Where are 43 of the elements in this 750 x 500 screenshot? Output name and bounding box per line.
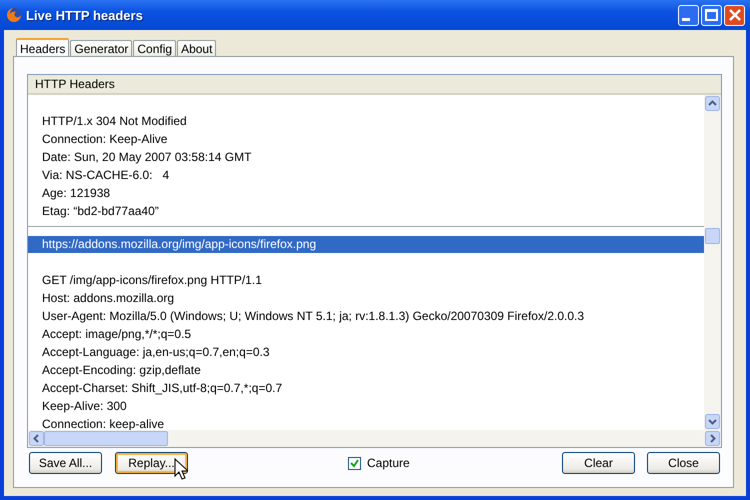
close-icon: [728, 9, 740, 21]
maximize-icon: [705, 9, 718, 21]
header-line: Date: Sun, 20 May 2007 03:58:14 GMT: [42, 149, 252, 166]
scroll-left-icon: [29, 431, 44, 446]
header-line: Keep-Alive: 300: [42, 398, 128, 415]
header-line: Accept: image/png,*/*;q=0.5: [42, 326, 192, 343]
maximize-button[interactable]: [701, 4, 722, 26]
scroll-thumb[interactable]: [705, 228, 720, 244]
url-row[interactable]: https://addons.mozilla.org/img/app-icons/firefox.png: [28, 236, 704, 253]
header-line: Accept-Charset: Shift_JIS,utf-8;q=0.7,*;q=0.7: [42, 380, 284, 397]
tab[interactable]: About: [177, 40, 216, 56]
minimize-button[interactable]: [678, 4, 699, 26]
tab[interactable]: Config: [133, 40, 176, 56]
scroll-down-icon: [705, 414, 720, 429]
header-line: Via: NS-CACHE-6.0: 4: [42, 167, 170, 184]
minimize-icon: [682, 18, 690, 21]
header-line: Connection: Keep-Alive: [42, 131, 168, 148]
header-line: Etag: “bd2-bd77aa40”: [42, 203, 160, 220]
header-line: HTTP/1.x 304 Not Modified: [42, 113, 188, 130]
scroll-up-icon: [705, 96, 720, 111]
capture-label: Capture: [367, 456, 410, 470]
mouse-pointer-icon: [174, 458, 188, 480]
column-header: HTTP Headers: [28, 75, 721, 95]
window-title: Live HTTP headers: [26, 8, 144, 22]
header-line: Accept-Encoding: gzip,deflate: [42, 362, 202, 379]
button[interactable]: Clear: [562, 452, 635, 474]
scroll-right-icon: [705, 431, 720, 446]
scroll-thumb[interactable]: [44, 431, 168, 446]
tab[interactable]: Generator: [70, 40, 132, 56]
button[interactable]: Close: [647, 452, 720, 474]
header-line: Accept-Language: ja,en-us;q=0.7,en;q=0.3: [42, 344, 271, 361]
header-line: GET /img/app-icons/firefox.png HTTP/1.1: [42, 272, 263, 289]
header-line: User-Agent: Mozilla/5.0 (Windows; U; Windows NT 5.1; ja; rv:1.8.1.3) Gecko/20070309 Firefox/2.0.0.3: [42, 308, 586, 325]
button[interactable]: Save All...: [29, 452, 102, 474]
close-button[interactable]: [724, 4, 745, 26]
globe-icon: [6, 7, 22, 23]
tab[interactable]: Headers: [16, 38, 70, 56]
vertical-scrollbar[interactable]: [704, 95, 721, 430]
horizontal-scrollbar[interactable]: [28, 430, 721, 447]
header-line: Host: addons.mozilla.org: [42, 290, 176, 307]
checkmark-icon: [350, 458, 359, 468]
header-line: Age: 121938: [42, 185, 112, 202]
capture-checkbox[interactable]: [348, 456, 361, 470]
